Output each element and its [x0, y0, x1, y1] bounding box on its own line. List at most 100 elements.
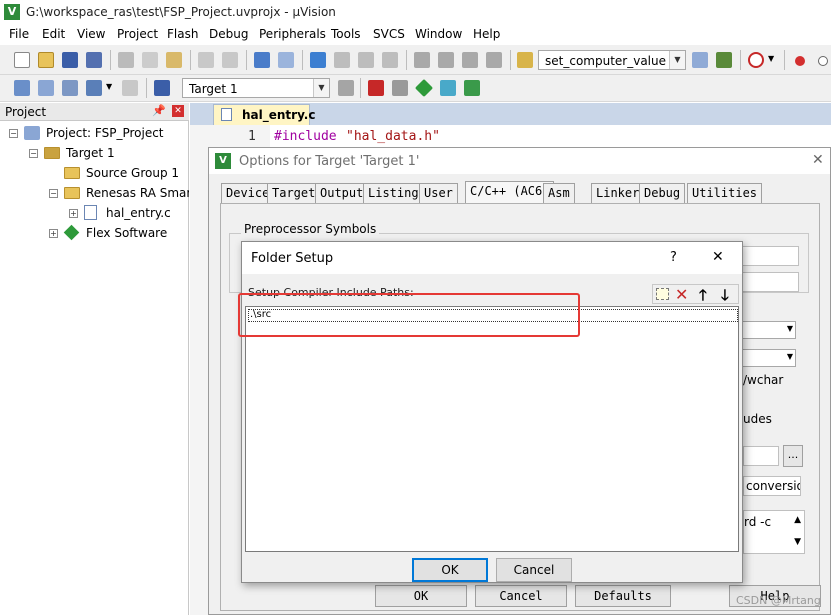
- tab-cpp[interactable]: C/C++ (AC6): [465, 181, 555, 203]
- new-folder-icon[interactable]: [656, 288, 669, 300]
- indent-icon[interactable]: [414, 52, 430, 68]
- tab-utilities[interactable]: Utilities: [687, 183, 763, 203]
- prev-bookmark-icon[interactable]: [334, 52, 350, 68]
- find-icon[interactable]: [692, 52, 708, 68]
- tab-hal-entry[interactable]: hal_entry.c: [213, 104, 315, 125]
- build-icon[interactable]: [38, 80, 54, 96]
- chevron-down-icon[interactable]: ▼: [106, 82, 112, 91]
- chevron-up-icon[interactable]: ▲: [794, 515, 801, 525]
- unindent-icon[interactable]: [438, 52, 454, 68]
- options-cancel-button[interactable]: Cancel: [475, 585, 567, 607]
- download-icon[interactable]: [154, 80, 170, 96]
- tree-item-flex-software[interactable]: + Flex Software: [0, 223, 189, 243]
- expand-icon[interactable]: +: [49, 229, 58, 238]
- toolbar-separator: [360, 78, 361, 98]
- tree-item-label: Source Group 1: [86, 166, 180, 180]
- function-combo[interactable]: set_computer_value ▼: [538, 50, 686, 70]
- collapse-icon[interactable]: −: [29, 149, 38, 158]
- open-folder-icon[interactable]: [38, 52, 54, 68]
- pack-installer-icon[interactable]: [414, 78, 434, 98]
- paste-icon[interactable]: [166, 52, 182, 68]
- menu-project[interactable]: Project: [117, 27, 158, 41]
- tab-listing[interactable]: Listing: [363, 183, 424, 203]
- close-icon[interactable]: ✕: [712, 249, 724, 265]
- tab-asm[interactable]: Asm: [543, 183, 575, 203]
- tab-debug[interactable]: Debug: [639, 183, 686, 203]
- tree-item-hal-entry[interactable]: + hal_entry.c: [0, 203, 189, 223]
- nav-forward-icon[interactable]: [278, 52, 294, 68]
- new-file-icon[interactable]: [14, 52, 30, 68]
- save-icon[interactable]: [62, 52, 78, 68]
- batch-build-icon[interactable]: [86, 80, 102, 96]
- menu-view[interactable]: View: [77, 27, 105, 41]
- manage-project-items-icon[interactable]: [368, 80, 384, 96]
- tab-output[interactable]: Output: [315, 183, 369, 203]
- close-icon[interactable]: ✕: [812, 152, 824, 168]
- chevron-down-icon[interactable]: ▼: [794, 537, 801, 547]
- next-bookmark-icon[interactable]: [358, 52, 374, 68]
- compiler-control-string[interactable]: rd -c ▲ ▼: [743, 510, 805, 554]
- menu-edit[interactable]: Edit: [42, 27, 65, 41]
- clear-bookmarks-icon[interactable]: [382, 52, 398, 68]
- disable-breakpoint-icon[interactable]: [818, 56, 828, 66]
- tree-item-project[interactable]: − Project: FSP_Project: [0, 123, 189, 143]
- select-packs-icon[interactable]: [392, 80, 408, 96]
- menu-peripherals[interactable]: Peripherals: [259, 27, 326, 41]
- delete-icon[interactable]: ✕: [675, 285, 688, 304]
- menu-tools[interactable]: Tools: [331, 27, 361, 41]
- expand-icon[interactable]: +: [69, 209, 78, 218]
- debug-session-icon[interactable]: [748, 52, 764, 68]
- options-ok-button[interactable]: OK: [375, 585, 467, 607]
- copy-icon[interactable]: [142, 52, 158, 68]
- misc-controls-field[interactable]: conversion: [743, 476, 801, 496]
- cut-icon[interactable]: [118, 52, 134, 68]
- tree-item-label: Renesas RA Smart Configurator: [86, 186, 189, 200]
- translate-icon[interactable]: [14, 80, 30, 96]
- tree-item-renesas[interactable]: − Renesas RA Smart Configurator: [0, 183, 189, 203]
- warnings-select[interactable]: ▼: [734, 349, 796, 367]
- language-select[interactable]: ▼: [734, 321, 796, 339]
- browse-include-paths-button[interactable]: ...: [783, 445, 803, 467]
- include-paths-field[interactable]: [743, 446, 779, 466]
- comment-icon[interactable]: [462, 52, 478, 68]
- menu-flash[interactable]: Flash: [167, 27, 198, 41]
- rebuild-icon[interactable]: [62, 80, 78, 96]
- project-panel: Project 📌 ✕ − Project: FSP_Project − Tar…: [0, 103, 189, 615]
- bookmark-icon[interactable]: [310, 52, 326, 68]
- event-recorder-icon[interactable]: [464, 80, 480, 96]
- incremental-find-icon[interactable]: [716, 52, 732, 68]
- target-icon: [44, 147, 60, 159]
- menu-svcs[interactable]: SVCS: [373, 27, 405, 41]
- tab-user[interactable]: User: [419, 183, 458, 203]
- menu-debug[interactable]: Debug: [209, 27, 248, 41]
- uncomment-icon[interactable]: [486, 52, 502, 68]
- close-panel-icon[interactable]: ✕: [172, 105, 184, 117]
- tab-target[interactable]: Target: [267, 183, 321, 203]
- pin-icon[interactable]: 📌: [152, 104, 166, 117]
- redo-icon[interactable]: [222, 52, 238, 68]
- collapse-icon[interactable]: −: [9, 129, 18, 138]
- menu-file[interactable]: File: [9, 27, 29, 41]
- menu-window[interactable]: Window: [415, 27, 462, 41]
- tree-item-source-group[interactable]: Source Group 1: [0, 163, 189, 183]
- tree-item-target[interactable]: − Target 1: [0, 143, 189, 163]
- menu-help[interactable]: Help: [473, 27, 500, 41]
- tab-linker[interactable]: Linker: [591, 183, 645, 203]
- stop-build-icon[interactable]: [122, 80, 138, 96]
- target-options-icon[interactable]: [338, 80, 354, 96]
- undo-icon[interactable]: [198, 52, 214, 68]
- target-combo[interactable]: Target 1 ▼: [182, 78, 330, 98]
- run-time-env-icon[interactable]: [440, 80, 456, 96]
- chevron-down-icon[interactable]: ▼: [768, 54, 774, 63]
- folder-cancel-button[interactable]: Cancel: [496, 558, 572, 582]
- options-defaults-button[interactable]: Defaults: [575, 585, 671, 607]
- folder-ok-button[interactable]: OK: [412, 558, 488, 582]
- collapse-icon[interactable]: −: [49, 189, 58, 198]
- breakpoint-icon[interactable]: [795, 56, 805, 66]
- options-dialog-title: Options for Target 'Target 1': [239, 154, 420, 169]
- include-paths-list[interactable]: .\src: [245, 306, 739, 552]
- nav-back-icon[interactable]: [254, 52, 270, 68]
- find-in-files-icon[interactable]: [517, 52, 533, 68]
- help-icon[interactable]: ?: [670, 250, 677, 265]
- save-all-icon[interactable]: [86, 52, 102, 68]
